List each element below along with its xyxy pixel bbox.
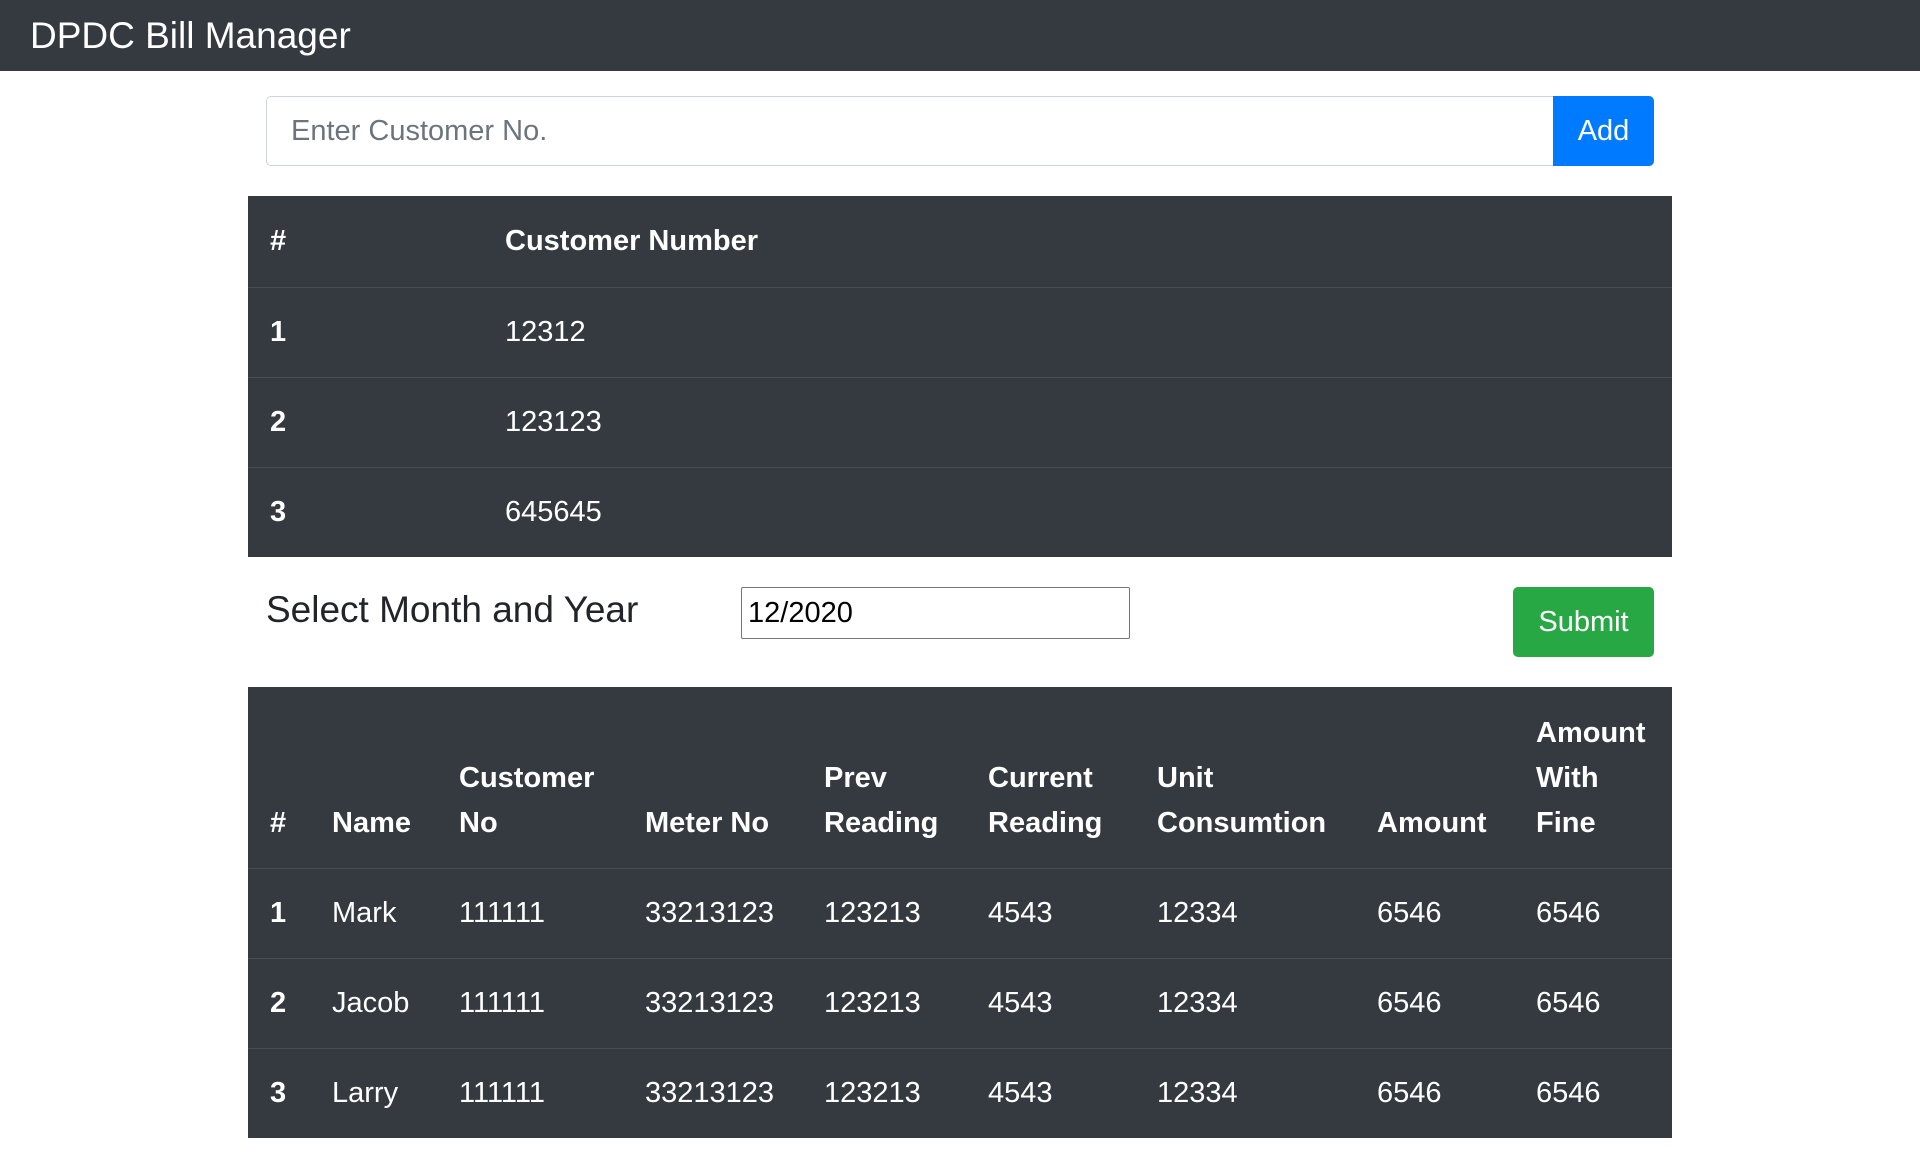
table-row: 3 Larry 111111 33213123 123213 4543 1233…	[248, 1047, 1672, 1138]
prev-reading-cell: 123213	[824, 957, 988, 1048]
amount-with-fine-cell: 6546	[1536, 867, 1672, 958]
prev-reading-cell: 123213	[824, 1047, 988, 1138]
app-title[interactable]: DPDC Bill Manager	[30, 17, 351, 54]
add-customer-form: Add	[266, 96, 1654, 166]
row-index: 1	[248, 867, 332, 958]
month-filter: Select Month and Year Submit	[248, 586, 1672, 658]
col-index-header: #	[270, 224, 287, 257]
row-index: 2	[248, 957, 332, 1048]
amount-cell: 6546	[1377, 957, 1536, 1048]
name-cell: Mark	[332, 867, 459, 958]
meter-no-cell: 33213123	[645, 957, 824, 1048]
table-row: 3 645645	[248, 466, 1672, 557]
row-index: 3	[248, 466, 483, 557]
unit-consumption-cell: 12334	[1157, 1047, 1377, 1138]
col-current-reading-header: Current Reading	[988, 761, 1103, 839]
amount-cell: 6546	[1377, 1047, 1536, 1138]
table-row: 2 Jacob 111111 33213123 123213 4543 1233…	[248, 957, 1672, 1048]
col-unit-consumption-header: Unit Consumtion	[1157, 761, 1327, 839]
row-index: 1	[248, 286, 483, 377]
table-row: 1 Mark 111111 33213123 123213 4543 12334…	[248, 867, 1672, 958]
col-prev-reading-header: Prev Reading	[824, 761, 939, 839]
add-button[interactable]: Add	[1553, 96, 1654, 166]
customer-no-cell: 111111	[459, 957, 645, 1048]
name-cell: Jacob	[332, 957, 459, 1048]
customer-number-cell: 123123	[483, 376, 1672, 467]
customer-number-cell: 12312	[483, 286, 1672, 377]
customer-table: # Customer Number 1 12312 2 123123 3 645…	[248, 196, 1672, 557]
unit-consumption-cell: 12334	[1157, 867, 1377, 958]
meter-no-cell: 33213123	[645, 1047, 824, 1138]
current-reading-cell: 4543	[988, 957, 1157, 1048]
navbar: DPDC Bill Manager	[0, 0, 1920, 71]
table-header-row: # Name Customer No Meter No Prev Reading C…	[248, 687, 1672, 868]
name-cell: Larry	[332, 1047, 459, 1138]
prev-reading-cell: 123213	[824, 867, 988, 958]
col-meter-no-header: Meter No	[645, 806, 770, 839]
meter-no-cell: 33213123	[645, 867, 824, 958]
col-amount-header: Amount	[1377, 806, 1487, 839]
row-index: 2	[248, 376, 483, 467]
unit-consumption-cell: 12334	[1157, 957, 1377, 1048]
table-header-row: # Customer Number	[248, 196, 1672, 287]
table-row: 1 12312	[248, 286, 1672, 377]
row-index: 3	[248, 1047, 332, 1138]
customer-no-cell: 111111	[459, 1047, 645, 1138]
col-amount-with-fine-header: Amount With Fine	[1536, 716, 1646, 839]
amount-cell: 6546	[1377, 867, 1536, 958]
month-year-label: Select Month and Year	[266, 589, 639, 630]
submit-button[interactable]: Submit	[1513, 587, 1654, 657]
amount-with-fine-cell: 6546	[1536, 1047, 1672, 1138]
col-index-header: #	[270, 806, 287, 839]
customer-number-input[interactable]	[266, 96, 1553, 166]
customer-number-cell: 645645	[483, 466, 1672, 557]
customer-no-cell: 111111	[459, 867, 645, 958]
col-customer-number-header: Customer Number	[505, 224, 758, 257]
current-reading-cell: 4543	[988, 1047, 1157, 1138]
col-customer-no-header: Customer No	[459, 761, 595, 839]
bill-table: # Name Customer No Meter No Prev Reading C…	[248, 687, 1672, 1138]
amount-with-fine-cell: 6546	[1536, 957, 1672, 1048]
table-row: 2 123123	[248, 376, 1672, 467]
current-reading-cell: 4543	[988, 867, 1157, 958]
month-year-input[interactable]	[741, 587, 1130, 639]
col-name-header: Name	[332, 806, 411, 839]
